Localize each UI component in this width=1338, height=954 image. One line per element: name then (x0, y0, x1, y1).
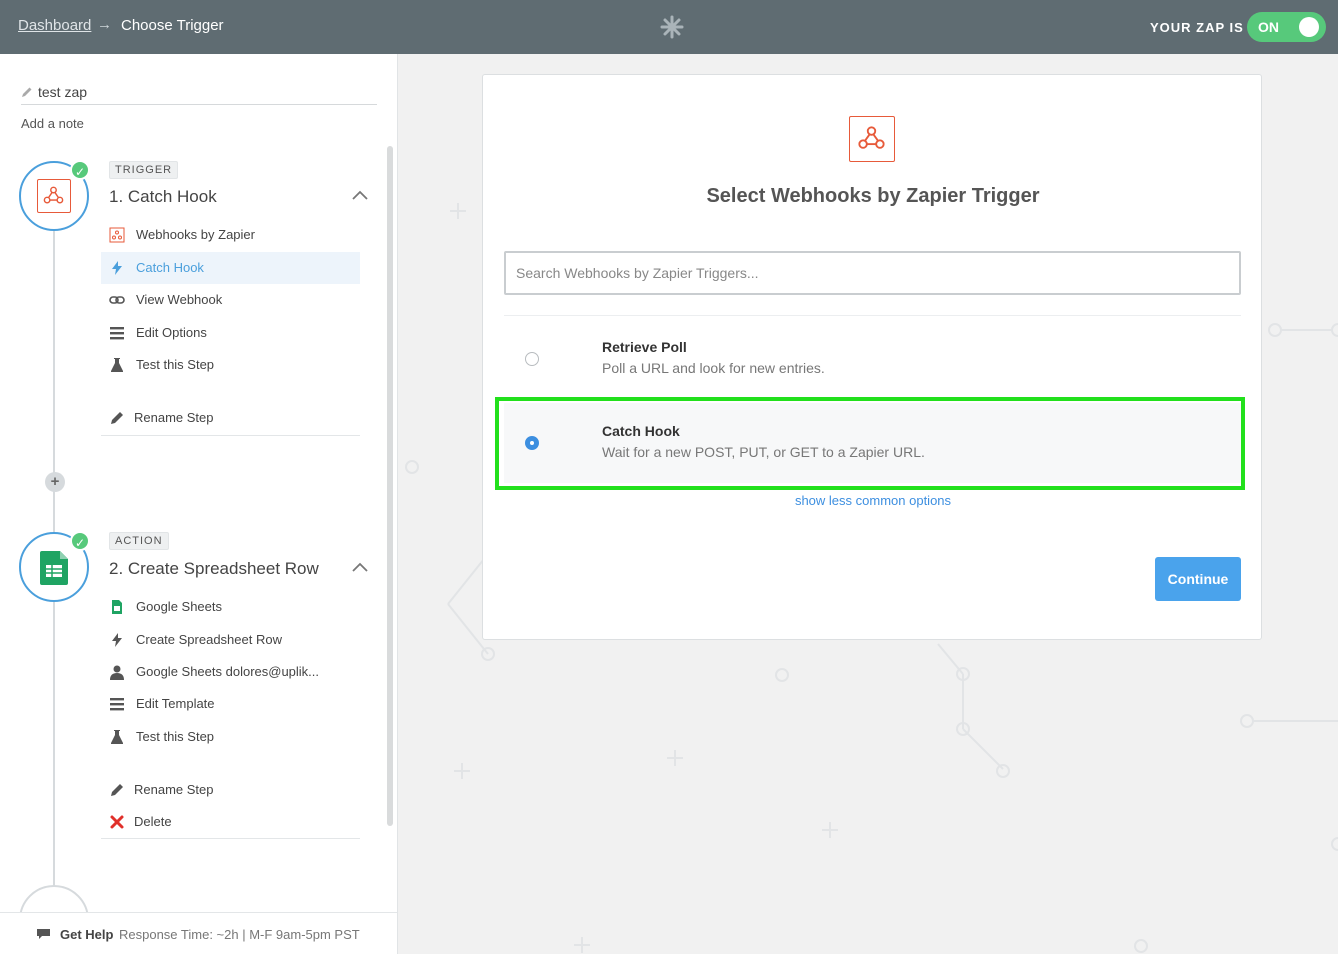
chevron-up-icon[interactable] (352, 190, 368, 200)
get-help-link[interactable]: Get Help (60, 927, 113, 942)
webhook-icon (849, 116, 895, 162)
sidebar-item-label: Test this Step (136, 729, 215, 744)
sidebar-item-label: Test this Step (136, 357, 215, 372)
sidebar-item-label: Edit Template (136, 696, 215, 711)
webhook-icon (109, 227, 125, 243)
sidebar-item-webhooks-by-zapier[interactable]: Webhooks by Zapier (101, 219, 360, 251)
sidebar-item-label: Google Sheets (136, 599, 223, 614)
sidebar-item-test-step[interactable]: Test this Step (101, 721, 360, 753)
trigger-select-card: Select Webhooks by Zapier Trigger Retrie… (482, 74, 1262, 640)
option-title: Retrieve Poll (602, 339, 687, 355)
action-step-title[interactable]: 2. Create Spreadsheet Row (109, 559, 319, 579)
radio-button[interactable] (525, 352, 539, 366)
sidebar-item-catch-hook[interactable]: Catch Hook (101, 252, 360, 284)
show-less-options-label[interactable]: show less common options (795, 493, 951, 508)
zap-name: test zap (38, 84, 88, 100)
add-note-link[interactable]: Add a note (21, 116, 84, 131)
pencil-icon (111, 412, 123, 424)
divider (101, 838, 360, 839)
page-title: Select Webhooks by Zapier Trigger (706, 185, 1040, 207)
sheets-icon (112, 600, 122, 614)
toggle-state-text: ON (1258, 19, 1279, 35)
bolt-icon (112, 261, 122, 275)
sidebar-item-rename-step[interactable]: Rename Step (101, 774, 360, 806)
zap-name-field[interactable]: test zap (21, 83, 377, 105)
action-tag: ACTION (109, 532, 169, 550)
pencil-icon (111, 784, 123, 796)
help-response-time: Response Time: ~2h | M-F 9am-5pm PST (119, 927, 360, 942)
sidebar-item-test-step[interactable]: Test this Step (101, 349, 360, 381)
delete-x-icon (110, 815, 124, 829)
breadcrumb-arrow: → (97, 16, 112, 33)
pencil-icon (22, 87, 32, 97)
search-input[interactable] (516, 261, 1216, 285)
sidebar-item-rename-step[interactable]: Rename Step (101, 402, 360, 434)
sidebar-item-label: Delete (134, 814, 172, 829)
selection-highlight-box (495, 397, 1245, 490)
chevron-up-icon[interactable] (352, 562, 368, 572)
sidebar-item-google-sheets[interactable]: Google Sheets (101, 591, 360, 623)
option-description: Poll a URL and look for new entries. (602, 360, 825, 376)
divider (101, 435, 360, 436)
sidebar-item-view-webhook[interactable]: View Webhook (101, 284, 360, 316)
breadcrumb-dashboard-link[interactable]: Dashboard (18, 17, 91, 34)
show-less-options-link[interactable]: show less common options (483, 493, 1263, 508)
top-bar: Dashboard → Choose Trigger YOUR ZAP IS O… (0, 0, 1338, 54)
chat-icon (37, 929, 50, 939)
action-check-icon: ✓ (70, 531, 90, 551)
trigger-check-icon: ✓ (70, 160, 90, 180)
sidebar-item-label: View Webhook (136, 292, 223, 307)
trigger-step-title[interactable]: 1. Catch Hook (109, 187, 217, 207)
flask-icon (111, 358, 123, 372)
search-field[interactable] (504, 251, 1241, 295)
sidebar-item-label: Create Spreadsheet Row (136, 632, 282, 647)
help-bar: Get Help Response Time: ~2h | M-F 9am-5p… (0, 912, 397, 954)
user-icon (110, 665, 124, 680)
trigger-tag: TRIGGER (109, 161, 179, 179)
divider (504, 315, 1241, 316)
continue-button[interactable]: Continue (1155, 557, 1241, 601)
lines-icon (110, 327, 124, 340)
sidebar-item-label: Catch Hook (136, 260, 204, 275)
link-icon (109, 296, 125, 304)
sidebar-item-create-row[interactable]: Create Spreadsheet Row (101, 624, 360, 656)
add-step-button[interactable]: + (45, 472, 65, 492)
google-sheets-icon (40, 551, 68, 585)
breadcrumb-current: Choose Trigger (121, 17, 224, 34)
bolt-icon (112, 633, 122, 647)
sidebar-item-label: Rename Step (134, 782, 214, 797)
toggle-knob (1299, 17, 1319, 37)
sidebar-item-label: Webhooks by Zapier (136, 227, 255, 242)
option-retrieve-poll[interactable]: Retrieve Poll Poll a URL and look for ne… (504, 319, 1241, 399)
webhook-icon (37, 179, 71, 213)
sidebar-item-label: Edit Options (136, 325, 207, 340)
sidebar-item-edit-template[interactable]: Edit Template (101, 688, 360, 720)
sidebar: test zap Add a note ✓ TRIGGER 1. Catch H… (0, 54, 398, 954)
sidebar-item-account[interactable]: Google Sheets dolores@uplik... (101, 656, 360, 688)
zap-status-label: YOUR ZAP IS (1150, 20, 1244, 35)
sidebar-item-edit-options[interactable]: Edit Options (101, 317, 360, 349)
lines-icon (110, 698, 124, 711)
sidebar-item-delete[interactable]: Delete (101, 806, 360, 838)
flask-icon (111, 730, 123, 744)
zapier-asterisk-icon[interactable] (660, 15, 684, 39)
sidebar-item-label: Google Sheets dolores@uplik... (136, 664, 320, 679)
sidebar-scrollbar[interactable] (387, 146, 393, 826)
zap-on-toggle[interactable]: ON (1247, 12, 1326, 42)
sidebar-item-label: Rename Step (134, 410, 214, 425)
